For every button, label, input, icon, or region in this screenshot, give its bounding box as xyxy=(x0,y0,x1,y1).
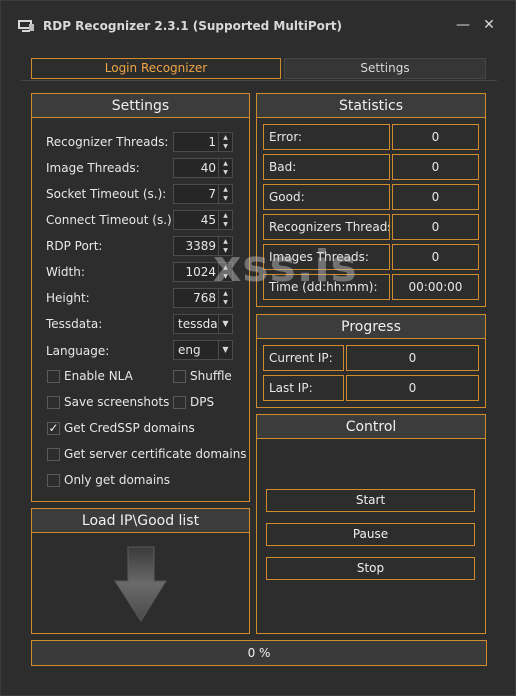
tab-divider xyxy=(21,80,497,81)
socket-timeout-value: 7 xyxy=(208,187,216,201)
stat-error-label: Error: xyxy=(263,124,390,150)
only-get-domains-label: Only get domains xyxy=(64,473,171,487)
spinner-arrows-icon[interactable]: ▲ ▼ xyxy=(218,133,232,151)
height-value: 768 xyxy=(193,291,216,305)
get-credssp-checkbox[interactable]: ✓ xyxy=(47,422,60,435)
watermark: xss.is xyxy=(213,241,358,292)
start-button[interactable]: Start xyxy=(266,489,475,512)
close-button[interactable]: ✕ xyxy=(479,15,499,35)
chevron-down-icon[interactable]: ▼ xyxy=(218,341,232,359)
stat-time-value: 00:00:00 xyxy=(392,274,479,300)
window-title: RDP Recognizer 2.3.1 (Supported MultiPor… xyxy=(43,19,342,33)
stat-good-value: 0 xyxy=(392,184,479,210)
dps-checkbox[interactable] xyxy=(173,396,186,409)
progress-header: Progress xyxy=(257,315,485,339)
minimize-button[interactable]: — xyxy=(453,15,473,35)
save-screenshots-label: Save screenshots xyxy=(64,395,170,409)
stat-recognizers-threads-label: Recognizers Threads: xyxy=(263,214,390,240)
image-threads-label: Image Threads: xyxy=(46,161,140,175)
spinner-arrows-icon[interactable]: ▲ ▼ xyxy=(218,185,232,203)
stat-bad-label: Bad: xyxy=(263,154,390,180)
current-ip-value: 0 xyxy=(346,345,479,371)
pause-button[interactable]: Pause xyxy=(266,523,475,546)
tessdata-value: tessda xyxy=(178,317,218,331)
image-threads-spinner[interactable]: 40 ▲ ▼ xyxy=(173,158,233,178)
connect-timeout-label: Connect Timeout (s.) xyxy=(46,213,172,227)
shuffle-checkbox[interactable] xyxy=(173,370,186,383)
connect-timeout-value: 45 xyxy=(200,213,216,227)
language-value: eng xyxy=(178,343,201,357)
rdp-port-label: RDP Port: xyxy=(46,239,103,253)
tessdata-select[interactable]: tessda ▼ xyxy=(173,314,233,334)
current-ip-label: Current IP: xyxy=(263,345,344,371)
title-bar: RDP Recognizer 2.3.1 (Supported MultiPor… xyxy=(1,1,515,53)
recognizer-threads-value: 1 xyxy=(208,135,216,149)
load-list-header: Load IP\Good list xyxy=(32,509,249,533)
last-ip-label: Last IP: xyxy=(263,375,344,401)
chevron-down-icon[interactable]: ▼ xyxy=(218,315,232,333)
progress-bar: 0 % xyxy=(31,640,487,666)
shuffle-label: Shuffle xyxy=(190,369,232,383)
language-label: Language: xyxy=(46,344,110,358)
width-label: Width: xyxy=(46,265,85,279)
connect-timeout-spinner[interactable]: 45 ▲ ▼ xyxy=(173,210,233,230)
enable-nla-checkbox[interactable] xyxy=(47,370,60,383)
stat-images-threads-value: 0 xyxy=(392,244,479,270)
height-label: Height: xyxy=(46,291,90,305)
down-arrow-icon xyxy=(114,546,167,622)
last-ip-value: 0 xyxy=(346,375,479,401)
stop-button[interactable]: Stop xyxy=(266,557,475,580)
control-header: Control xyxy=(257,415,485,439)
stat-recognizers-threads-value: 0 xyxy=(392,214,479,240)
enable-nla-label: Enable NLA xyxy=(64,369,133,383)
stat-bad-value: 0 xyxy=(392,154,479,180)
recognizer-threads-spinner[interactable]: 1 ▲ ▼ xyxy=(173,132,233,152)
load-list-panel[interactable]: Load IP\Good list xyxy=(31,508,250,634)
spinner-arrows-icon[interactable]: ▲ ▼ xyxy=(218,211,232,229)
image-threads-value: 40 xyxy=(200,161,216,175)
save-screenshots-checkbox[interactable] xyxy=(47,396,60,409)
get-server-cert-checkbox[interactable] xyxy=(47,448,60,461)
tab-settings[interactable]: Settings xyxy=(284,58,486,79)
socket-timeout-spinner[interactable]: 7 ▲ ▼ xyxy=(173,184,233,204)
spinner-arrows-icon[interactable]: ▲ ▼ xyxy=(218,159,232,177)
tessdata-label: Tessdata: xyxy=(46,317,103,331)
stat-error-value: 0 xyxy=(392,124,479,150)
get-server-cert-label: Get server certificate domains xyxy=(64,447,247,461)
rdp-port-value: 3389 xyxy=(185,239,216,253)
statistics-header: Statistics xyxy=(257,94,485,118)
stat-good-label: Good: xyxy=(263,184,390,210)
width-value: 1024 xyxy=(185,265,216,279)
language-select[interactable]: eng ▼ xyxy=(173,340,233,360)
settings-header: Settings xyxy=(32,94,249,118)
tab-login-recognizer[interactable]: Login Recognizer xyxy=(31,58,281,79)
rdp-app-icon xyxy=(18,20,34,32)
checkmark-icon: ✓ xyxy=(48,421,59,435)
socket-timeout-label: Socket Timeout (s.): xyxy=(46,187,167,201)
app-window: RDP Recognizer 2.3.1 (Supported MultiPor… xyxy=(0,0,516,696)
recognizer-threads-label: Recognizer Threads: xyxy=(46,135,169,149)
progress-bar-text: 0 % xyxy=(247,646,271,660)
only-get-domains-checkbox[interactable] xyxy=(47,474,60,487)
get-credssp-label: Get CredSSP domains xyxy=(64,421,195,435)
dps-label: DPS xyxy=(190,395,215,409)
